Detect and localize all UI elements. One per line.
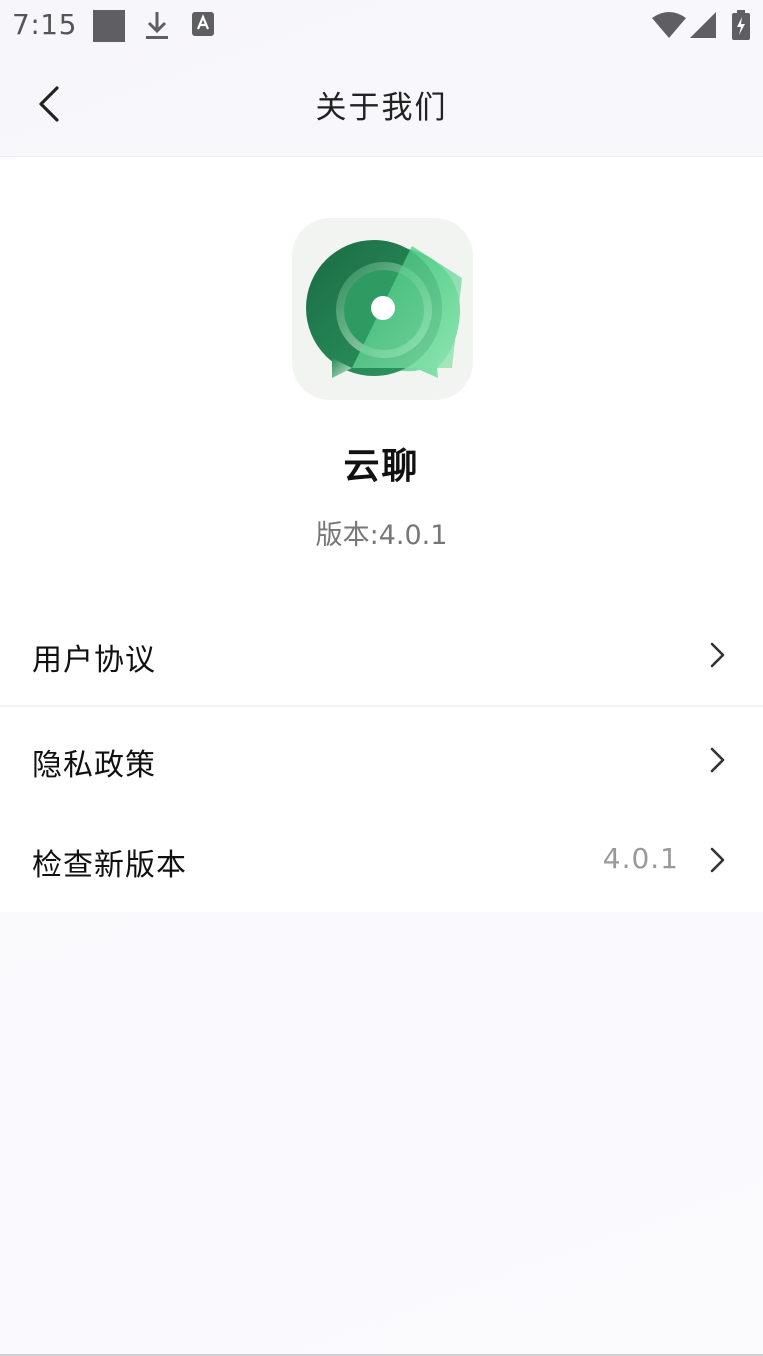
chevron-right-icon <box>705 846 729 874</box>
menu-item-check-update[interactable]: 检查新版本 4.0.1 <box>0 808 763 912</box>
menu-item-user-agreement[interactable]: 用户协议 <box>0 603 763 707</box>
menu-item-label: 检查新版本 <box>32 848 187 883</box>
title-bar: 关于我们 <box>0 52 763 157</box>
chevron-right-icon <box>705 746 729 774</box>
app-logo <box>292 218 473 400</box>
menu-item-privacy-policy[interactable]: 隐私政策 <box>0 708 763 812</box>
menu-item-label: 隐私政策 <box>32 748 156 783</box>
download-icon <box>144 10 170 46</box>
menu-item-label: 用户协议 <box>32 643 156 678</box>
wifi-icon <box>652 12 686 42</box>
chevron-right-icon <box>705 641 729 669</box>
notification-square-icon <box>93 10 125 46</box>
status-bar: 7:15 <box>0 0 763 52</box>
about-panel: 云聊 版本:4.0.1 用户协议 隐私政策 检查新版本 4.0.1 <box>0 157 763 912</box>
page-title: 关于我们 <box>315 90 448 126</box>
battery-charging-icon <box>732 10 750 44</box>
cellular-signal-icon <box>690 12 716 42</box>
app-name: 云聊 <box>343 446 420 487</box>
a-keyboard-icon <box>192 12 214 42</box>
app-version: 版本:4.0.1 <box>315 520 448 551</box>
status-time: 7:15 <box>12 8 77 41</box>
current-version-value: 4.0.1 <box>602 842 679 875</box>
divider <box>0 705 763 707</box>
